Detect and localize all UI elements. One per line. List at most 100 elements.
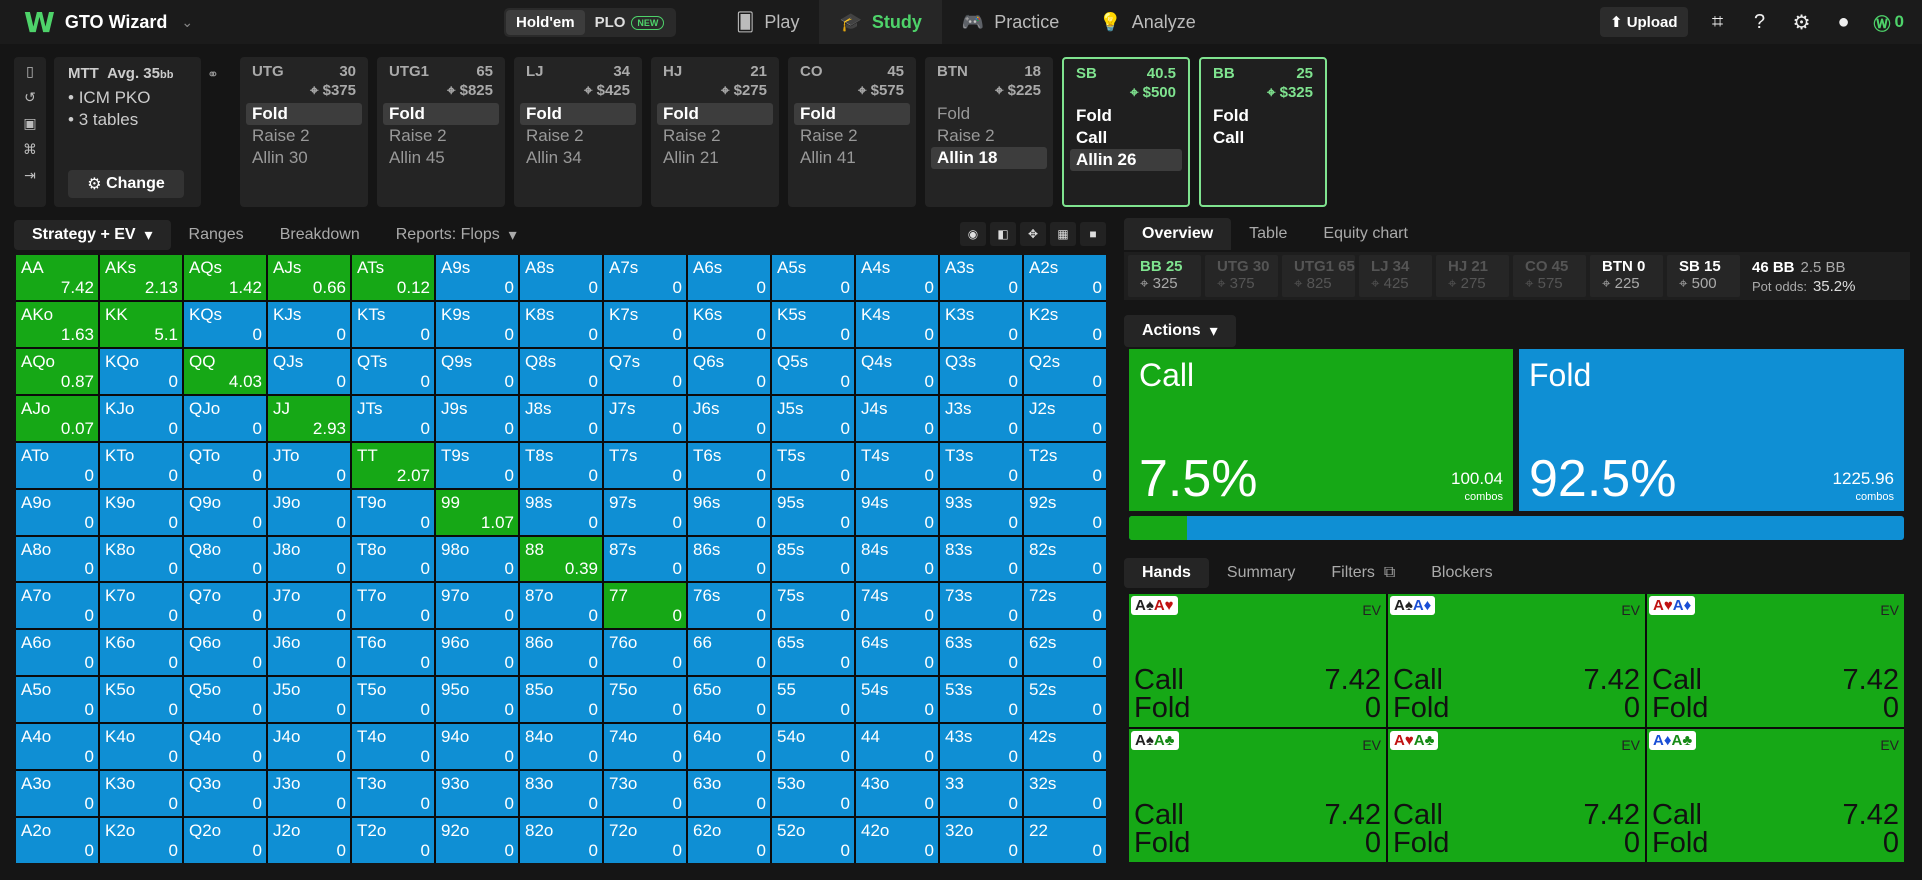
- credits-display[interactable]: Ⓦ 0: [1874, 10, 1904, 35]
- hand-cell[interactable]: AJs 0.66: [268, 255, 350, 300]
- hand-cell[interactable]: A4s 0: [856, 255, 938, 300]
- hand-cell[interactable]: 97s 0: [604, 489, 686, 535]
- hand-cell[interactable]: A6o 0: [16, 630, 98, 676]
- seat-summary[interactable]: LJ 34 ⌖ 425: [1359, 255, 1432, 297]
- hand-cell[interactable]: Q7o 0: [184, 583, 266, 629]
- hand-cell[interactable]: 73s 0: [940, 583, 1022, 629]
- hand-cell[interactable]: 85s 0: [772, 536, 854, 582]
- hand-cell[interactable]: 32o 0: [940, 818, 1022, 863]
- hand-cell[interactable]: AQo 0.87: [16, 348, 98, 394]
- hand-cell[interactable]: ATo 0: [16, 442, 98, 488]
- nav-tab-practice[interactable]: 🎮 Practice: [942, 0, 1079, 44]
- hand-cell[interactable]: 84s 0: [856, 536, 938, 582]
- hand-cell[interactable]: 63o 0: [688, 771, 770, 817]
- hand-cell[interactable]: A5o 0: [16, 677, 98, 723]
- hand-cell[interactable]: Q5o 0: [184, 677, 266, 723]
- hand-cell[interactable]: Q3o 0: [184, 771, 266, 817]
- hand-cell[interactable]: KJs 0: [268, 301, 350, 347]
- hand-cell[interactable]: 82s 0: [1024, 536, 1106, 582]
- hand-cell[interactable]: K5s 0: [772, 301, 854, 347]
- seat-bb[interactable]: BB 25 ⌖ $325 Fold Call: [1199, 57, 1327, 207]
- tab-reports-flops[interactable]: Reports: Flops ▾: [378, 220, 535, 250]
- hand-cell[interactable]: AKs 2.13: [100, 255, 182, 300]
- seat-action[interactable]: Raise 2: [383, 125, 499, 147]
- hand-cell[interactable]: Q9s 0: [436, 348, 518, 394]
- hand-cell[interactable]: 65o 0: [688, 677, 770, 723]
- seat-action[interactable]: Allin 45: [383, 147, 499, 169]
- hand-cell[interactable]: 87o 0: [520, 583, 602, 629]
- hand-cell[interactable]: A9s 0: [436, 255, 518, 300]
- gear-icon[interactable]: ⚙: [1790, 10, 1814, 34]
- chip-view-icon[interactable]: ◉: [960, 222, 986, 246]
- hand-cell[interactable]: T3o 0: [352, 771, 434, 817]
- hand-cell[interactable]: 54o 0: [772, 724, 854, 770]
- hand-cell[interactable]: T2s 0: [1024, 442, 1106, 488]
- hand-cell[interactable]: T4o 0: [352, 724, 434, 770]
- hand-cell[interactable]: A6s 0: [688, 255, 770, 300]
- hand-cell[interactable]: T3s 0: [940, 442, 1022, 488]
- hand-cell[interactable]: K9o 0: [100, 489, 182, 535]
- hand-cell[interactable]: AA 7.42: [16, 255, 98, 300]
- hand-cell[interactable]: JTo 0: [268, 442, 350, 488]
- grid-view-icon[interactable]: ▦: [1050, 222, 1076, 246]
- hand-cell[interactable]: 53s 0: [940, 677, 1022, 723]
- hand-cell[interactable]: J2s 0: [1024, 395, 1106, 441]
- screenshot-icon[interactable]: ⌗: [1706, 10, 1730, 34]
- hand-cell[interactable]: A3s 0: [940, 255, 1022, 300]
- hand-cell[interactable]: T8s 0: [520, 442, 602, 488]
- nav-tab-study[interactable]: 🎓 Study: [819, 0, 942, 44]
- profile-icon[interactable]: ●: [1832, 10, 1856, 34]
- hand-cell[interactable]: 76o 0: [604, 630, 686, 676]
- hand-cell[interactable]: 42s 0: [1024, 724, 1106, 770]
- seat-summary[interactable]: BB 25 ⌖ 325: [1128, 255, 1201, 297]
- seat-action[interactable]: Allin 30: [246, 147, 362, 169]
- tab-strategy-ev[interactable]: Strategy + EV ▾: [14, 220, 171, 250]
- full-view-icon[interactable]: ■: [1080, 222, 1106, 246]
- seat-action[interactable]: Raise 2: [931, 125, 1047, 147]
- hand-cell[interactable]: KJo 0: [100, 395, 182, 441]
- hand-cell[interactable]: ATs 0.12: [352, 255, 434, 300]
- hand-cell[interactable]: 94s 0: [856, 489, 938, 535]
- seat-action[interactable]: Raise 2: [794, 125, 910, 147]
- hand-cell[interactable]: K7o 0: [100, 583, 182, 629]
- hand-combo[interactable]: A♥A♦ EV Call 7.42 Fold 0: [1647, 594, 1904, 727]
- hand-cell[interactable]: QQ 4.03: [184, 348, 266, 394]
- hand-cell[interactable]: 73o 0: [604, 771, 686, 817]
- seat-utg[interactable]: UTG 30 ⌖ $375 Fold Raise 2 Allin 30: [240, 57, 368, 207]
- hand-cell[interactable]: Q5s 0: [772, 348, 854, 394]
- tab-summary[interactable]: Summary: [1209, 558, 1313, 588]
- hand-cell[interactable]: 53o 0: [772, 771, 854, 817]
- hand-cell[interactable]: Q4s 0: [856, 348, 938, 394]
- hand-cell[interactable]: 96s 0: [688, 489, 770, 535]
- hand-cell[interactable]: A7o 0: [16, 583, 98, 629]
- hand-cell[interactable]: Q4o 0: [184, 724, 266, 770]
- seat-action[interactable]: Allin 21: [657, 147, 773, 169]
- seat-action[interactable]: Fold: [1207, 105, 1319, 127]
- hand-cell[interactable]: 44 0: [856, 724, 938, 770]
- seat-hj[interactable]: HJ 21 ⌖ $275 Fold Raise 2 Allin 21: [651, 57, 779, 207]
- hand-cell[interactable]: T8o 0: [352, 536, 434, 582]
- hand-cell[interactable]: 62o 0: [688, 818, 770, 863]
- hand-cell[interactable]: J2o 0: [268, 818, 350, 863]
- hand-cell[interactable]: Q8o 0: [184, 536, 266, 582]
- hand-cell[interactable]: 84o 0: [520, 724, 602, 770]
- hand-combo[interactable]: A♦A♣ EV Call 7.42 Fold 0: [1647, 729, 1904, 862]
- hand-cell[interactable]: K6o 0: [100, 630, 182, 676]
- hand-cell[interactable]: AJo 0.07: [16, 395, 98, 441]
- hand-cell[interactable]: 82o 0: [520, 818, 602, 863]
- fold-action-card[interactable]: Fold 92.5% 1225.96 combos: [1519, 349, 1904, 511]
- hand-cell[interactable]: 63s 0: [940, 630, 1022, 676]
- collapse-icon[interactable]: ⇥: [24, 167, 36, 184]
- hand-cell[interactable]: A7s 0: [604, 255, 686, 300]
- hand-cell[interactable]: K5o 0: [100, 677, 182, 723]
- nav-tab-analyze[interactable]: 💡 Analyze: [1079, 0, 1215, 44]
- hand-cell[interactable]: A2s 0: [1024, 255, 1106, 300]
- hand-combo[interactable]: A♠A♥ EV Call 7.42 Fold 0: [1129, 594, 1386, 727]
- hand-cell[interactable]: Q6o 0: [184, 630, 266, 676]
- plo-toggle[interactable]: PLO NEW: [585, 10, 675, 35]
- hand-cell[interactable]: Q2s 0: [1024, 348, 1106, 394]
- help-icon[interactable]: ?: [1748, 10, 1772, 34]
- hand-cell[interactable]: 96o 0: [436, 630, 518, 676]
- tab-blockers[interactable]: Blockers: [1413, 558, 1510, 588]
- hand-cell[interactable]: QJs 0: [268, 348, 350, 394]
